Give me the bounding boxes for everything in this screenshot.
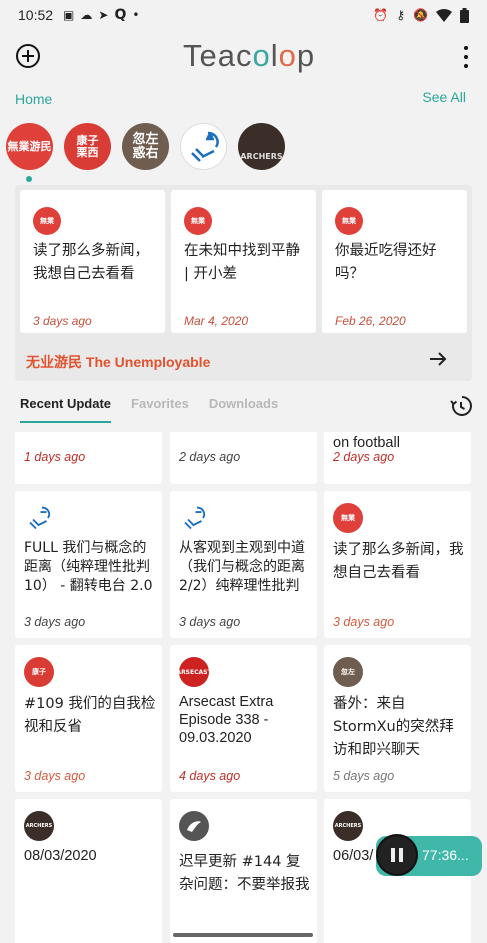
podcast-thumbnail: 無業: [33, 207, 61, 235]
episode-card[interactable]: on football 2 days ago: [324, 432, 471, 484]
episode-date: 2 days ago: [333, 450, 395, 464]
featured-episode-card[interactable]: 無業 在未知中找到平静 | 开小差 Mar 4, 2020: [171, 190, 316, 333]
episode-card[interactable]: 2 days ago: [170, 432, 317, 484]
featured-episode-card[interactable]: 無業 读了那么多新闻，我想自己去看看 3 days ago: [20, 190, 165, 333]
episode-title: 08/03/2020: [24, 848, 97, 864]
episode-date: 4 days ago: [179, 769, 241, 783]
podcast-avatar-kangzi[interactable]: 康子栗西: [64, 123, 111, 170]
podcast-thumbnail: [179, 811, 209, 841]
tab-bar: Recent Update Favorites Downloads: [20, 396, 278, 423]
telegram-icon: ➤: [98, 8, 109, 22]
podcast-thumbnail: 康子: [24, 657, 54, 687]
episode-card[interactable]: 無業 读了那么多新闻，我想自己去看看 3 days ago: [324, 491, 471, 638]
tab-downloads[interactable]: Downloads: [209, 396, 278, 423]
episode-title: 番外：来自StormXu的突然拜访和即兴聊天: [333, 696, 454, 758]
more-options-icon[interactable]: [463, 46, 469, 68]
podcast-thumbnail: 無業: [184, 207, 212, 235]
battery-icon: [460, 7, 469, 23]
podcast-thumbnail: 無業: [333, 503, 363, 533]
add-podcast-button[interactable]: [16, 44, 40, 68]
hindi-news-icon: ▣: [63, 8, 75, 22]
podcast-avatar-unemployable[interactable]: 無業游民: [6, 123, 53, 170]
episode-card[interactable]: 忽左 番外：来自StormXu的突然拜访和即兴聊天 5 days ago: [324, 645, 471, 792]
episode-date: Mar 4, 2020: [184, 314, 249, 328]
app-bar: Teacolop: [0, 30, 487, 82]
podcast-avatar-huzuo[interactable]: 忽左 惑右: [122, 123, 169, 170]
selected-podcast-indicator: [26, 176, 32, 182]
featured-episode-card[interactable]: 無業 你最近吃得还好吗？ Feb 26, 2020: [322, 190, 467, 333]
episode-date: 3 days ago: [33, 314, 92, 328]
pause-icon: [391, 848, 403, 862]
podcast-thumbnail: ARCHERS: [333, 811, 363, 841]
episode-card[interactable]: ARCHERS 08/03/2020: [15, 799, 162, 943]
episode-card[interactable]: 迟早更新 #144 复杂问题：不要举报我: [170, 799, 317, 943]
doodle-icon: [29, 506, 51, 530]
podcast-thumbnail: ARCHERS: [24, 811, 54, 841]
episode-card[interactable]: 1 days ago: [15, 432, 162, 484]
wifi-icon: [436, 8, 452, 22]
episode-title: #109 我们的自我检视和反省: [24, 696, 156, 735]
tab-recent-update[interactable]: Recent Update: [20, 396, 112, 423]
episode-card[interactable]: FULL 我们与概念的距离（纯粹理性批判10） - 翻转电台 2.0 3 day…: [15, 491, 162, 638]
episode-title: 从客观到主观到中道（我们与概念的距离 2/2）纯粹理性批判: [179, 540, 305, 594]
episode-title: 在未知中找到平静 | 开小差: [184, 243, 300, 282]
episode-title: 读了那么多新闻，我想自己去看看: [33, 243, 149, 282]
app-logo: Teacolop: [183, 38, 316, 73]
now-playing-thumbnail[interactable]: [376, 834, 418, 876]
episode-title: FULL 我们与概念的距离（纯粹理性批判10） - 翻转电台 2.0: [24, 540, 153, 594]
podcast-thumbnail: [179, 503, 209, 533]
podcast-avatar-row: 無業游民 康子栗西 忽左 惑右 ARCHERS: [6, 123, 285, 170]
mini-player[interactable]: 77:36...: [376, 834, 482, 876]
episode-title: 迟早更新 #144 复杂问题：不要举报我: [179, 854, 310, 893]
podcast-thumbnail: [24, 503, 54, 533]
mute-icon: 🔕: [413, 8, 428, 22]
podcast-avatar-doodle[interactable]: [180, 123, 227, 170]
episode-date: 3 days ago: [333, 615, 395, 629]
home-label: Home: [15, 91, 53, 107]
history-icon[interactable]: [449, 394, 473, 418]
doodle-icon: [190, 131, 219, 162]
q-icon: Q: [114, 7, 127, 23]
bird-icon: [187, 821, 201, 832]
episode-date: 1 days ago: [24, 450, 86, 464]
episode-date: 5 days ago: [333, 769, 395, 783]
episode-title: 读了那么多新闻，我想自己去看看: [333, 542, 464, 581]
doodle-icon: [184, 506, 206, 530]
episode-date: 3 days ago: [24, 769, 86, 783]
episode-card[interactable]: 从客观到主观到中道（我们与概念的距离 2/2）纯粹理性批判 3 days ago: [170, 491, 317, 638]
episode-card[interactable]: ARSECAST Arsecast Extra Episode 338 - 09…: [170, 645, 317, 792]
featured-podcast-panel: 無業 读了那么多新闻，我想自己去看看 3 days ago 無業 在未知中找到平…: [15, 185, 472, 381]
podcast-thumbnail: ARSECAST: [179, 657, 209, 687]
episode-date: Feb 26, 2020: [335, 314, 406, 328]
featured-podcast-name[interactable]: 无业游民 The Unemployable: [26, 352, 210, 372]
see-all-button[interactable]: See All: [422, 89, 466, 105]
alarm-icon: ⏰: [373, 8, 389, 22]
cloud-sun-icon: ☁: [80, 8, 93, 22]
key-icon: ⚷: [396, 8, 406, 22]
episode-title: 你最近吃得还好吗？: [335, 243, 437, 282]
gesture-nav-handle[interactable]: [173, 933, 313, 937]
episode-date: 2 days ago: [179, 450, 241, 464]
episode-title: Arsecast Extra Episode 338 - 09.03.2020: [179, 694, 274, 746]
playback-time: 77:36...: [422, 847, 469, 863]
tab-favorites[interactable]: Favorites: [131, 396, 189, 423]
arrow-right-icon[interactable]: [428, 349, 448, 369]
status-bar: 10:52 ▣ ☁ ➤ Q • ⏰ ⚷ 🔕: [0, 0, 487, 30]
podcast-thumbnail: 忽左: [333, 657, 363, 687]
episode-card[interactable]: 康子 #109 我们的自我检视和反省 3 days ago: [15, 645, 162, 792]
episode-date: 3 days ago: [24, 615, 86, 629]
status-time: 10:52: [18, 7, 54, 23]
episode-date: 3 days ago: [179, 615, 241, 629]
podcast-thumbnail: 無業: [335, 207, 363, 235]
dot-icon: •: [132, 8, 140, 22]
podcast-avatar-archers[interactable]: ARCHERS: [238, 123, 285, 170]
